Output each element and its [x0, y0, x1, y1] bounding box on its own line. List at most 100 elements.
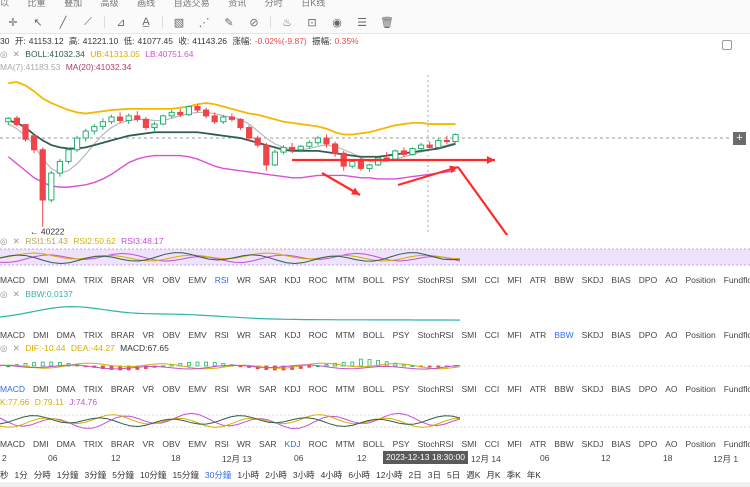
tab-roc[interactable]: ROC: [309, 439, 328, 449]
trend-icon[interactable]: ⟋: [79, 14, 97, 30]
tab-dmi[interactable]: DMI: [33, 330, 49, 340]
tab-dmi[interactable]: DMI: [33, 439, 49, 449]
tab-vr[interactable]: VR: [143, 439, 155, 449]
tab-brar[interactable]: BRAR: [111, 275, 135, 285]
toolbar-label-2[interactable]: 叠加: [64, 0, 82, 8]
toolbar-label-5[interactable]: 自选交易: [174, 0, 210, 8]
bbw-pane[interactable]: [0, 299, 750, 325]
eye-icon[interactable]: ◎: [0, 236, 7, 246]
tab-wr[interactable]: WR: [237, 384, 251, 394]
tab-obv[interactable]: OBV: [162, 439, 180, 449]
toolbar-label-0[interactable]: 以: [0, 0, 9, 8]
tab-mfi[interactable]: MFI: [507, 330, 522, 340]
crosshair-icon[interactable]: ✛: [4, 14, 22, 30]
tab-bias[interactable]: BIAS: [611, 275, 630, 285]
tab-mfi[interactable]: MFI: [507, 275, 522, 285]
tab-position[interactable]: Position: [685, 384, 715, 394]
tab-emv[interactable]: EMV: [188, 439, 206, 449]
tab-mfi[interactable]: MFI: [507, 439, 522, 449]
tab-sar[interactable]: SAR: [259, 439, 276, 449]
tab-emv[interactable]: EMV: [188, 330, 206, 340]
tab-stochrsi[interactable]: StochRSI: [418, 384, 454, 394]
tab-fundflow[interactable]: Fundflow: [724, 439, 750, 449]
tab-macd[interactable]: MACD: [0, 330, 25, 340]
lock-icon[interactable]: ⊡: [303, 14, 321, 30]
period-option[interactable]: 週K: [466, 469, 480, 481]
tab-smi[interactable]: SMI: [462, 275, 477, 285]
toolbar-label-3[interactable]: 高级: [101, 0, 119, 8]
tab-skdj[interactable]: SKDJ: [582, 330, 604, 340]
tab-atr[interactable]: ATR: [530, 330, 546, 340]
tab-rsi[interactable]: RSI: [215, 439, 229, 449]
tab-dma[interactable]: DMA: [57, 275, 76, 285]
tab-bbw[interactable]: BBW: [554, 439, 573, 449]
tab-dma[interactable]: DMA: [57, 439, 76, 449]
period-option[interactable]: 1小時: [237, 469, 259, 481]
tab-roc[interactable]: ROC: [309, 384, 328, 394]
close-icon[interactable]: ✕: [13, 289, 20, 299]
tab-kdj[interactable]: KDJ: [285, 275, 301, 285]
magnet-icon[interactable]: ♨: [278, 14, 296, 30]
tab-vr[interactable]: VR: [143, 384, 155, 394]
tab-fundflow[interactable]: Fundflow: [724, 384, 750, 394]
tab-cci[interactable]: CCI: [485, 439, 500, 449]
tab-position[interactable]: Position: [685, 275, 715, 285]
tab-trix[interactable]: TRIX: [84, 330, 103, 340]
line-icon[interactable]: ╱: [54, 14, 72, 30]
tab-skdj[interactable]: SKDJ: [582, 439, 604, 449]
toolbar-label-6[interactable]: 资讯: [228, 0, 246, 8]
tab-dpo[interactable]: DPO: [639, 275, 657, 285]
tab-psy[interactable]: PSY: [393, 439, 410, 449]
tab-trix[interactable]: TRIX: [84, 384, 103, 394]
tab-brar[interactable]: BRAR: [111, 384, 135, 394]
tab-brar[interactable]: BRAR: [111, 439, 135, 449]
tab-cci[interactable]: CCI: [485, 384, 500, 394]
text-icon[interactable]: A̲: [137, 14, 155, 30]
tab-stochrsi[interactable]: StochRSI: [418, 275, 454, 285]
tab-bbw[interactable]: BBW: [554, 275, 573, 285]
tab-sar[interactable]: SAR: [259, 330, 276, 340]
toolbar-label-4[interactable]: 画线: [137, 0, 155, 8]
macd-pane[interactable]: [0, 353, 750, 379]
period-option[interactable]: 3日: [428, 469, 441, 481]
tab-dmi[interactable]: DMI: [33, 275, 49, 285]
measure-icon[interactable]: ⊿: [112, 14, 130, 30]
period-option[interactable]: 季K: [507, 469, 521, 481]
tab-macd[interactable]: MACD: [0, 384, 25, 394]
tab-cci[interactable]: CCI: [485, 275, 500, 285]
tab-emv[interactable]: EMV: [188, 275, 206, 285]
period-option[interactable]: 5分鐘: [112, 469, 134, 481]
tab-position[interactable]: Position: [685, 330, 715, 340]
tab-smi[interactable]: SMI: [462, 330, 477, 340]
tab-stochrsi[interactable]: StochRSI: [418, 439, 454, 449]
tab-trix[interactable]: TRIX: [84, 275, 103, 285]
trash-icon[interactable]: 🗑: [378, 14, 396, 30]
period-option[interactable]: 2日: [409, 469, 422, 481]
tab-stochrsi[interactable]: StochRSI: [418, 330, 454, 340]
tab-skdj[interactable]: SKDJ: [582, 275, 604, 285]
period-option[interactable]: 1分: [15, 469, 28, 481]
eye-icon[interactable]: ◎: [0, 289, 7, 299]
tab-psy[interactable]: PSY: [393, 275, 410, 285]
period-option[interactable]: 3小時: [293, 469, 315, 481]
tab-boll[interactable]: BOLL: [363, 439, 385, 449]
close-icon[interactable]: ✕: [13, 49, 20, 59]
add-icon[interactable]: +: [733, 132, 746, 145]
tab-dpo[interactable]: DPO: [639, 330, 657, 340]
bottom-scrollbar[interactable]: [0, 482, 750, 487]
kdj-pane[interactable]: [0, 407, 750, 435]
tab-roc[interactable]: ROC: [309, 275, 328, 285]
period-option[interactable]: 3分鐘: [85, 469, 107, 481]
tab-atr[interactable]: ATR: [530, 275, 546, 285]
tab-wr[interactable]: WR: [237, 275, 251, 285]
tab-ao[interactable]: AO: [665, 384, 677, 394]
close-icon[interactable]: ✕: [13, 343, 20, 353]
tab-cci[interactable]: CCI: [485, 330, 500, 340]
period-option[interactable]: 2小時: [265, 469, 287, 481]
rsi-pane[interactable]: [0, 246, 750, 270]
tab-psy[interactable]: PSY: [393, 330, 410, 340]
tab-wr[interactable]: WR: [237, 439, 251, 449]
tab-boll[interactable]: BOLL: [363, 330, 385, 340]
tab-kdj[interactable]: KDJ: [285, 439, 301, 449]
tab-bias[interactable]: BIAS: [611, 330, 630, 340]
